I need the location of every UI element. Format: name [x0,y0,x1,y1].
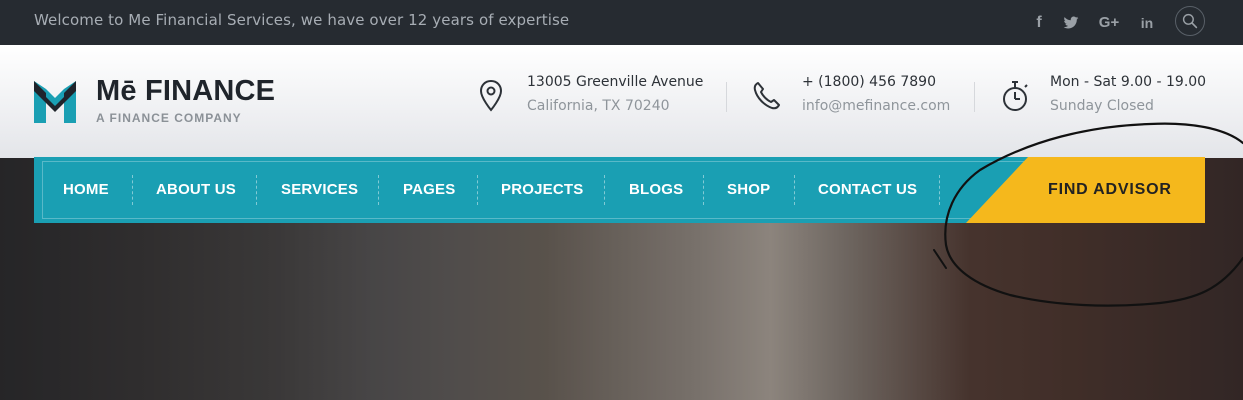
address-info: 13005 Greenville Avenue California, TX 7… [527,74,703,114]
nav-item-about-us[interactable]: ABOUT US [156,157,236,223]
nav-item-blogs[interactable]: BLOGS [629,157,683,223]
find-advisor-button[interactable]: FIND ADVISOR [966,157,1205,223]
address-line2: California, TX 70240 [527,98,670,114]
contact-info: + (1800) 456 7890 info@mefinance.com [802,74,950,114]
search-icon [1182,13,1198,29]
nav-item-projects[interactable]: PROJECTS [501,157,583,223]
address-line1: 13005 Greenville Avenue [527,74,704,90]
stopwatch-icon [1003,81,1028,111]
facebook-icon[interactable]: f [1030,0,1048,45]
hours-sunday: Sunday Closed [1050,98,1154,114]
divider [974,82,975,112]
nav-separator [939,175,940,205]
nav-separator [794,175,795,205]
site-header: Mē FINANCE A FINANCE COMPANY 13005 Green… [0,45,1243,158]
hours-info: Mon - Sat 9.00 - 19.00 Sunday Closed [1050,74,1206,114]
nav-separator [604,175,605,205]
nav-separator [477,175,478,205]
brand-name[interactable]: Mē FINANCE [96,75,275,108]
phone-number[interactable]: + (1800) 456 7890 [802,74,950,90]
nav-item-pages[interactable]: PAGES [403,157,455,223]
map-pin-icon [479,79,503,112]
nav-item-contact-us[interactable]: CONTACT US [818,157,917,223]
nav-separator [378,175,379,205]
nav-separator [703,175,704,205]
welcome-text: Welcome to Me Financial Services, we hav… [34,11,570,29]
google-plus-icon[interactable]: G+ [1096,0,1122,45]
main-nav: HOME ABOUT US SERVICES PAGES PROJECTS BL… [34,157,1205,223]
linkedin-icon[interactable]: in [1137,0,1157,45]
nav-item-shop[interactable]: SHOP [727,157,770,223]
search-button[interactable] [1175,6,1205,36]
divider [726,82,727,112]
hours-weekdays: Mon - Sat 9.00 - 19.00 [1050,74,1207,90]
nav-item-home[interactable]: HOME [63,157,109,223]
nav-item-services[interactable]: SERVICES [281,157,358,223]
nav-separator [132,175,133,205]
find-advisor-label: FIND ADVISOR [1048,181,1172,198]
top-bar: Welcome to Me Financial Services, we hav… [0,0,1243,45]
twitter-icon[interactable] [1060,0,1082,45]
brand-tagline: A FINANCE COMPANY [96,111,242,125]
email-address[interactable]: info@mefinance.com [802,98,950,114]
phone-icon [753,82,780,110]
logo-icon[interactable] [34,81,76,123]
nav-separator [256,175,257,205]
